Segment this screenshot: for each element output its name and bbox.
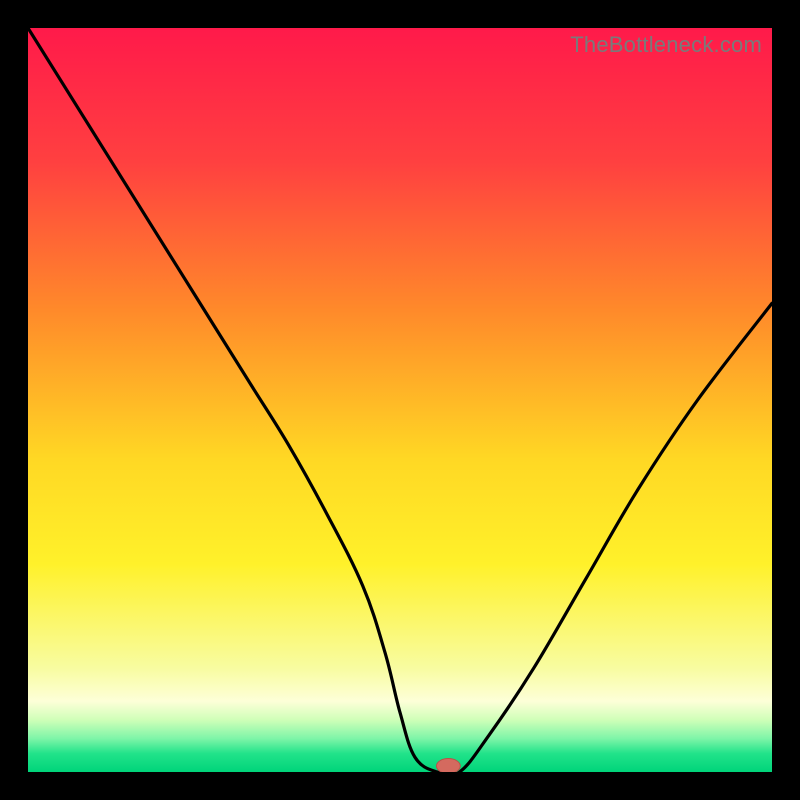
plot-area: TheBottleneck.com <box>28 28 772 772</box>
optimal-marker <box>436 759 460 772</box>
chart-frame: TheBottleneck.com <box>0 0 800 800</box>
gradient-background <box>28 28 772 772</box>
chart-svg <box>28 28 772 772</box>
